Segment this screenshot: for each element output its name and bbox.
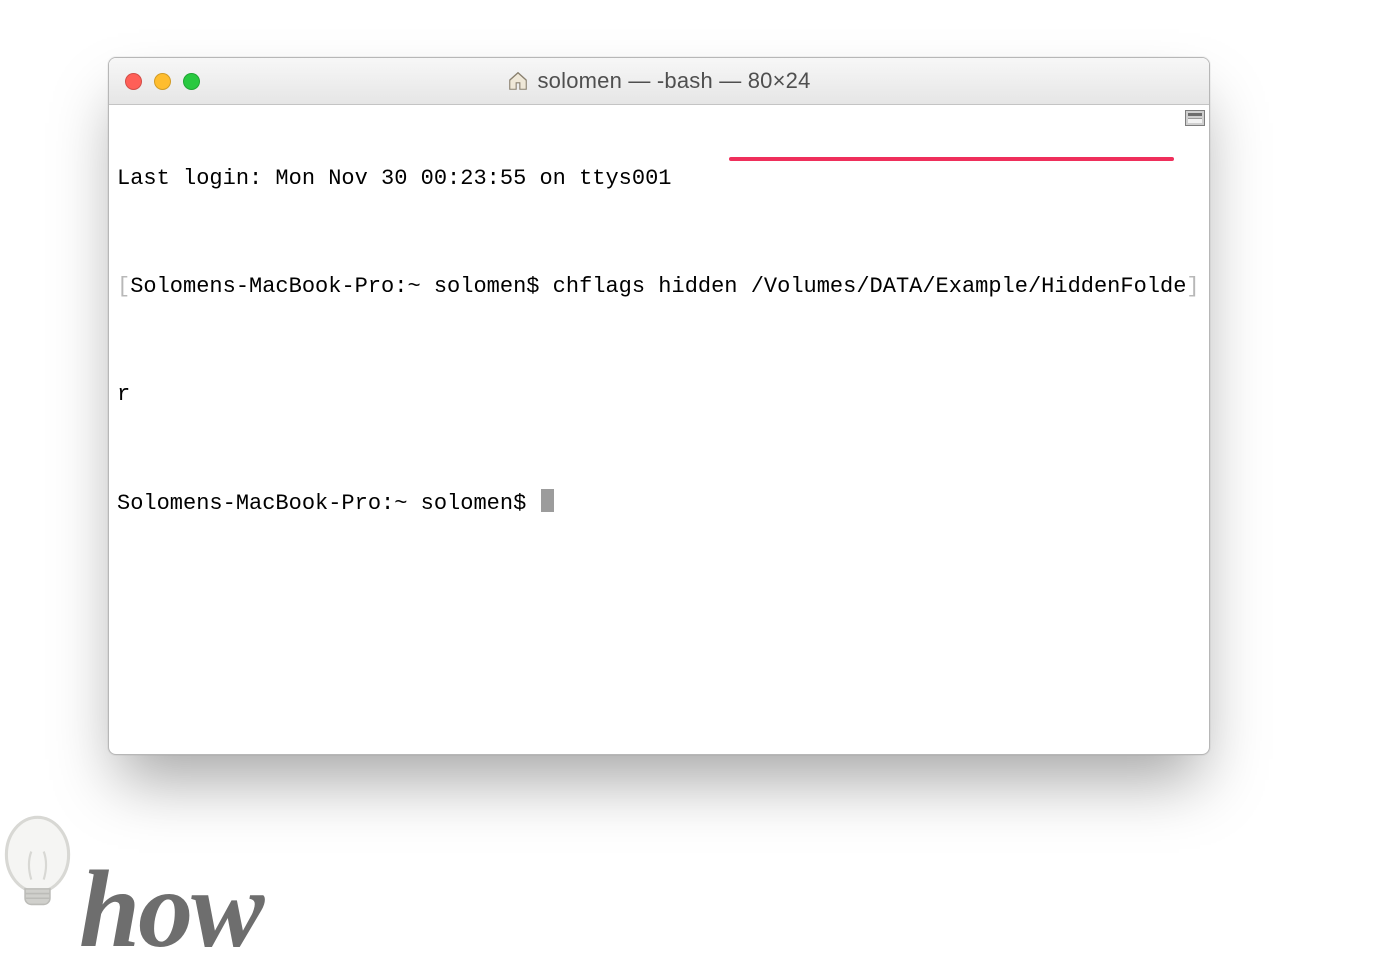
traffic-lights — [125, 73, 200, 90]
watermark-text: how — [79, 871, 263, 948]
open-bracket: [ — [117, 274, 130, 299]
lightbulb-icon — [0, 808, 85, 948]
watermark: how — [0, 808, 263, 948]
prompt-1-path: /Volumes/DATA/Example/HiddenFolde — [751, 274, 1187, 299]
annotation-underline — [729, 157, 1174, 161]
minimize-button[interactable] — [154, 73, 171, 90]
window-title-group: solomen — -bash — 80×24 — [109, 68, 1209, 94]
home-icon — [507, 70, 529, 92]
terminal-line-prompt2: Solomens-MacBook-Pro:~ solomen$ — [117, 489, 1201, 517]
prompt-1-text: Solomens-MacBook-Pro:~ solomen$ chflags … — [130, 274, 751, 299]
terminal-window: solomen — -bash — 80×24 Last login: Mon … — [108, 57, 1210, 755]
titlebar[interactable]: solomen — -bash — 80×24 — [109, 58, 1209, 105]
close-bracket: ] — [1186, 274, 1199, 299]
prompt-2-text: Solomens-MacBook-Pro:~ solomen$ — [117, 491, 539, 516]
cursor-icon — [541, 489, 554, 512]
window-title: solomen — -bash — 80×24 — [537, 68, 810, 94]
terminal-line-wrap: r — [117, 381, 1201, 408]
terminal-line-last-login: Last login: Mon Nov 30 00:23:55 on ttys0… — [117, 165, 1201, 192]
terminal-body[interactable]: Last login: Mon Nov 30 00:23:55 on ttys0… — [109, 105, 1209, 631]
close-button[interactable] — [125, 73, 142, 90]
terminal-line-command: [Solomens-MacBook-Pro:~ solomen$ chflags… — [117, 273, 1201, 300]
zoom-button[interactable] — [183, 73, 200, 90]
